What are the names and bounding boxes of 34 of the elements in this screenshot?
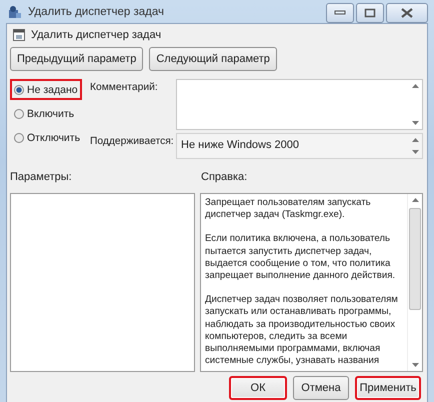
scroll-up-icon[interactable] bbox=[412, 84, 418, 88]
policy-icon bbox=[13, 29, 25, 41]
radio-option[interactable]: Включить bbox=[10, 103, 78, 124]
scroll-up-icon[interactable] bbox=[412, 198, 418, 202]
scroll-down-icon[interactable] bbox=[412, 150, 418, 154]
help-paragraph: Диспетчер задач позволяет пользователям запускать или останавливать программы, наблюдать за производительностью своих компьютеров, следить за всеми выполняемыми программами, включая системные службы, узнавать названия bbox=[205, 294, 399, 368]
minimize-button[interactable] bbox=[326, 3, 354, 23]
scroll-down-icon[interactable] bbox=[412, 121, 418, 125]
policy-icon bbox=[8, 4, 22, 18]
policy-title: Удалить диспетчер задач bbox=[31, 29, 162, 41]
help-paragraph: Если политика включена, а пользователь пытается запустить диспетчер задач, выдается сообщение о том, что политика запрещает выполнение данного действия. bbox=[205, 233, 396, 282]
options-label: Параметры: bbox=[10, 171, 73, 183]
radio-option[interactable]: Отключить bbox=[10, 127, 84, 148]
supported-value: Не ниже Windows 2000 bbox=[180, 138, 300, 153]
supported-label: Поддерживается: bbox=[90, 135, 175, 149]
dialog-button[interactable]: Применить bbox=[355, 376, 421, 400]
comment-field[interactable] bbox=[176, 79, 423, 130]
scroll-down-icon[interactable] bbox=[412, 363, 418, 367]
dialog-button[interactable]: Отмена bbox=[293, 376, 349, 400]
help-paragraph: Запрещает пользователям запускать диспетчер задач (Taskmgr.exe). bbox=[205, 197, 372, 222]
nav-button[interactable]: Следующий параметр bbox=[149, 47, 277, 71]
maximize-icon bbox=[364, 8, 376, 18]
nav-button[interactable]: Предыдущий параметр bbox=[10, 47, 144, 71]
radio-option[interactable]: Не задано bbox=[10, 79, 82, 100]
help-label: Справка: bbox=[201, 171, 248, 183]
comment-label: Комментарий: bbox=[90, 81, 159, 95]
dialog-button[interactable]: ОК bbox=[229, 376, 287, 400]
window-title: Удалить диспетчер задач bbox=[28, 6, 165, 18]
minimize-icon bbox=[334, 10, 346, 16]
close-button[interactable] bbox=[386, 3, 428, 23]
scroll-up-icon[interactable] bbox=[412, 138, 418, 142]
scrollbar[interactable] bbox=[407, 194, 422, 371]
maximize-button[interactable] bbox=[356, 3, 384, 23]
close-icon bbox=[401, 8, 413, 18]
